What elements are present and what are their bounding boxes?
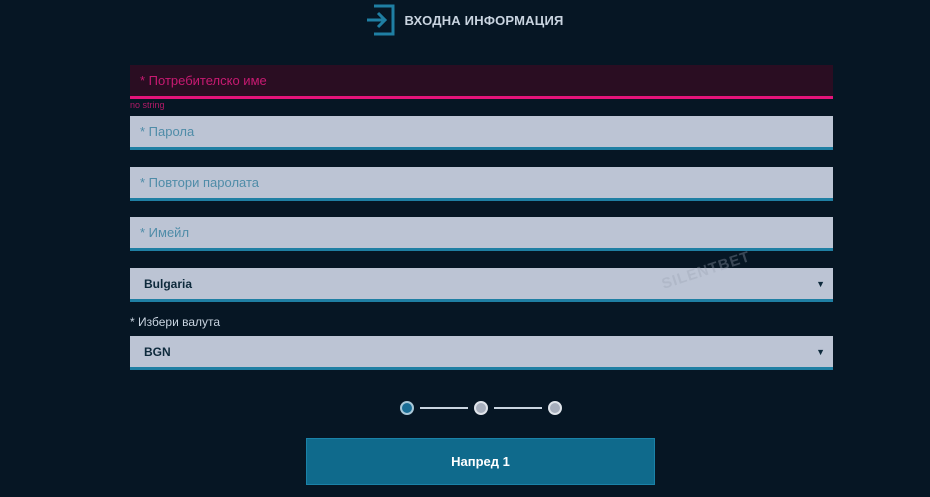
email-input[interactable] — [130, 217, 833, 248]
step-dot-2 — [474, 401, 488, 415]
stepper — [400, 399, 562, 417]
currency-label: * Избери валута — [130, 315, 221, 329]
username-error: no string — [130, 100, 165, 110]
password-field[interactable] — [130, 116, 833, 150]
email-field[interactable] — [130, 217, 833, 251]
step-line — [494, 407, 542, 409]
next-button[interactable]: Напред 1 — [306, 438, 655, 485]
currency-select-value: BGN — [144, 344, 171, 359]
login-icon — [366, 4, 396, 36]
repeat-password-input[interactable] — [130, 167, 833, 198]
password-input[interactable] — [130, 116, 833, 147]
username-input[interactable] — [130, 65, 833, 96]
country-select-value: Bulgaria — [144, 276, 193, 291]
chevron-down-icon: ▼ — [816, 346, 825, 357]
currency-select[interactable]: BGN ▼ — [130, 336, 833, 370]
step-line — [420, 407, 468, 409]
page-title: ВХОДНА ИНФОРМАЦИЯ — [404, 12, 564, 28]
country-select[interactable]: Bulgaria ▼ — [130, 268, 833, 302]
username-field[interactable] — [130, 65, 833, 99]
header: ВХОДНА ИНФОРМАЦИЯ — [0, 0, 930, 40]
repeat-password-field[interactable] — [130, 167, 833, 201]
step-dot-3 — [548, 401, 562, 415]
chevron-down-icon: ▼ — [816, 278, 825, 289]
header-inner: ВХОДНА ИНФОРМАЦИЯ — [366, 4, 563, 36]
step-dot-1 — [400, 401, 414, 415]
